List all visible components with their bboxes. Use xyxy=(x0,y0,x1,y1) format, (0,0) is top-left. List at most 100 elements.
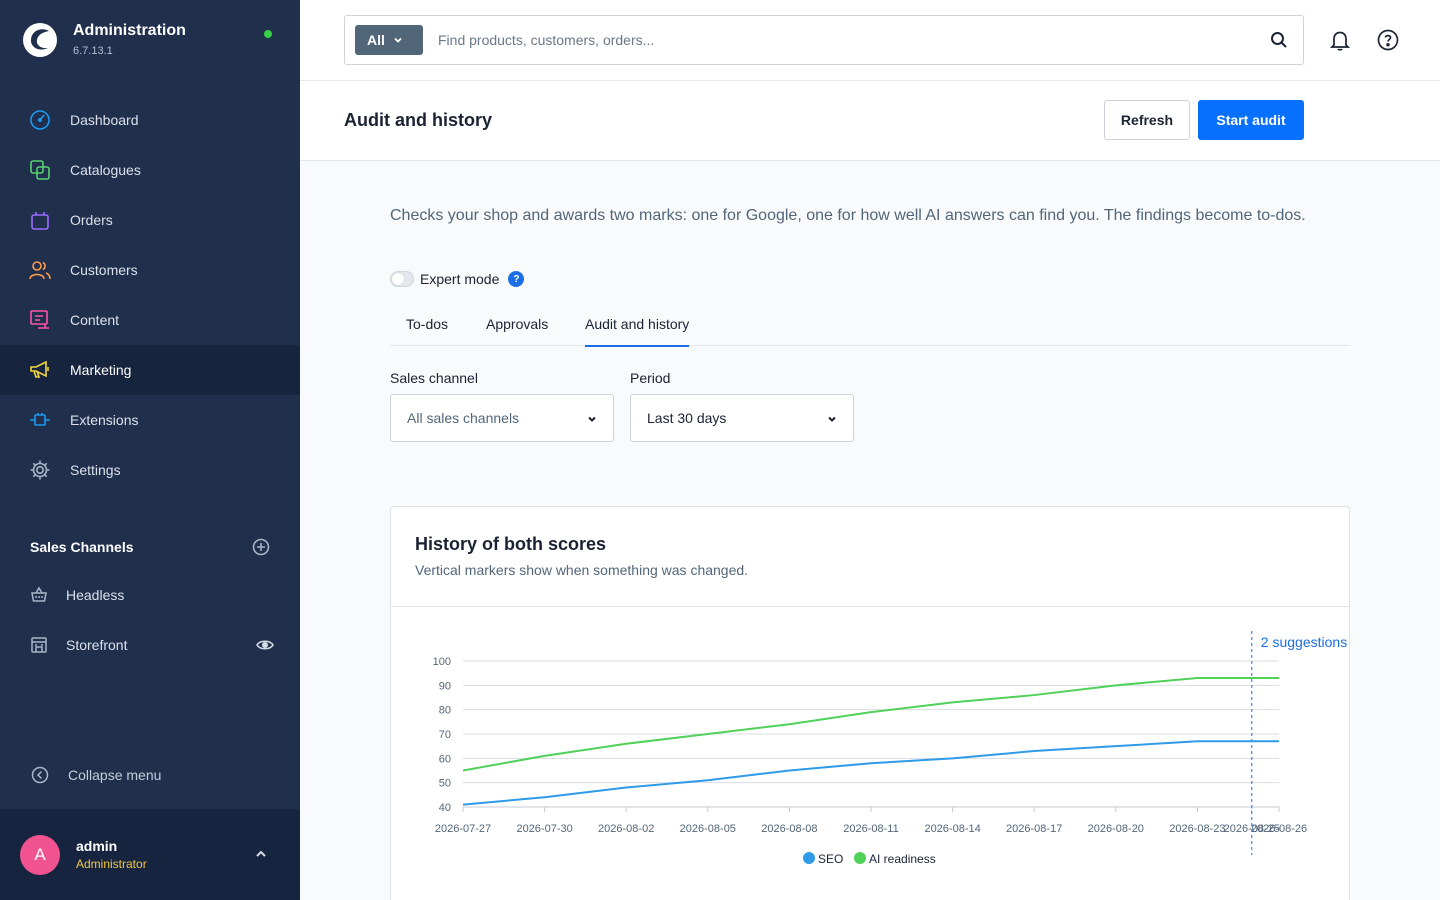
search-type-label: All xyxy=(367,32,385,48)
search-icon[interactable] xyxy=(1269,30,1289,50)
legend-label: SEO xyxy=(818,852,843,866)
x-tick-label: 2026-08-11 xyxy=(843,823,898,835)
legend-swatch xyxy=(854,852,866,864)
help-icon[interactable]: ? xyxy=(508,271,525,287)
shopware-logo-icon xyxy=(23,23,57,57)
tab-bar: To-dos Approvals Audit and history xyxy=(390,305,1350,347)
tab-audit-and-history[interactable]: Audit and history xyxy=(585,316,690,347)
sales-channel-label: Headless xyxy=(66,587,125,603)
y-tick-label: 70 xyxy=(439,729,451,741)
y-tick-label: 80 xyxy=(439,705,451,717)
nav-label: Settings xyxy=(70,462,121,478)
nav-item-customers[interactable]: Customers xyxy=(0,245,300,295)
megaphone-icon xyxy=(28,358,52,382)
nav-item-extensions[interactable]: Extensions xyxy=(0,395,300,445)
card-header: History of both scores Vertical markers … xyxy=(391,507,1349,607)
plug-icon xyxy=(28,408,52,432)
eye-icon[interactable] xyxy=(256,636,274,654)
chevron-left-circle-icon xyxy=(30,765,50,785)
nav-label: Customers xyxy=(70,262,138,278)
app-version: 6.7.13.1 xyxy=(73,45,113,57)
expert-mode-toggle[interactable] xyxy=(390,271,414,287)
nav-item-marketing[interactable]: Marketing xyxy=(0,345,300,395)
score-history-card: History of both scores Vertical markers … xyxy=(390,506,1350,900)
nav-item-dashboard[interactable]: Dashboard xyxy=(0,95,300,145)
search-input[interactable] xyxy=(438,28,1238,52)
card-title: History of both scores xyxy=(415,534,607,554)
y-tick-label: 100 xyxy=(433,656,451,668)
sales-channels-header: Sales Channels xyxy=(30,538,270,556)
tab-approvals[interactable]: Approvals xyxy=(486,316,548,345)
avatar: A xyxy=(20,834,60,875)
x-tick-label: 2026-08-14 xyxy=(924,823,980,835)
sidebar: Administration 6.7.13.1 Dashboard Catalo… xyxy=(0,0,300,900)
search-type-dropdown[interactable]: All xyxy=(355,25,423,55)
user-name: admin xyxy=(76,838,118,854)
nav-item-catalogues[interactable]: Catalogues xyxy=(0,145,300,195)
gear-icon xyxy=(28,458,52,482)
sales-channel-select[interactable]: All sales channels xyxy=(390,394,614,442)
sales-channel-storefront[interactable]: Storefront xyxy=(30,625,274,665)
nav-item-orders[interactable]: Orders xyxy=(0,195,300,245)
x-tick-label: 2026-08-08 xyxy=(761,823,817,835)
chevron-down-icon xyxy=(588,416,596,422)
brand[interactable]: Administration 6.7.13.1 xyxy=(22,22,186,58)
x-tick-label: 2026-08-26 xyxy=(1251,823,1307,835)
period-value: Last 30 days xyxy=(647,410,727,426)
chevron-down-icon xyxy=(394,37,402,43)
x-tick-label: 2026-08-02 xyxy=(598,823,654,835)
card-subtitle: Vertical markers show when something was… xyxy=(415,562,749,578)
nav-label: Extensions xyxy=(70,412,139,428)
tab-to-dos[interactable]: To-dos xyxy=(406,316,448,345)
sales-channels-heading: Sales Channels xyxy=(30,539,134,555)
status-indicator xyxy=(264,30,272,38)
page-header: Audit and history Refresh Start audit xyxy=(300,81,1440,161)
chart-svg: 40 50 60 70 80 90 100 2026-07-27 2026-07-30 2026-… xyxy=(433,631,1350,866)
x-tick-label: 2026-08-05 xyxy=(680,823,736,835)
series-line-ai-readiness xyxy=(462,677,1279,772)
basket-icon xyxy=(30,586,48,604)
collapse-menu-label: Collapse menu xyxy=(68,767,162,783)
legend-label: AI readiness xyxy=(869,852,936,866)
y-tick-label: 60 xyxy=(439,753,451,765)
y-tick-label: 50 xyxy=(439,778,451,790)
nav-label: Marketing xyxy=(70,362,132,378)
legend-swatch xyxy=(803,852,815,864)
nav-label: Orders xyxy=(70,212,113,228)
score-history-chart: 40 50 60 70 80 90 100 2026-07-27 2026-07-30 2026-… xyxy=(391,607,1350,900)
page-description: Checks your shop and awards two marks: o… xyxy=(390,207,1306,224)
sales-channel-headless[interactable]: Headless xyxy=(30,575,274,615)
app-title: Administration xyxy=(73,22,186,39)
refresh-button[interactable]: Refresh xyxy=(1104,100,1190,140)
storefront-icon xyxy=(30,636,48,654)
user-menu[interactable]: A admin Administrator xyxy=(0,809,300,900)
x-tick-label: 2026-07-30 xyxy=(516,823,572,835)
nav-label: Catalogues xyxy=(70,162,141,178)
expert-mode: Expert mode ? xyxy=(390,271,525,287)
y-tick-label: 40 xyxy=(439,802,451,814)
top-bar: All xyxy=(300,0,1440,81)
x-tick-label: 2026-08-17 xyxy=(1006,823,1062,835)
nav-label: Content xyxy=(70,312,120,328)
start-audit-button[interactable]: Start audit xyxy=(1198,100,1304,140)
sales-channel-label: Sales channel xyxy=(390,370,478,386)
main-nav: Dashboard Catalogues Orders Customers Co… xyxy=(0,95,300,495)
collapse-menu-button[interactable]: Collapse menu xyxy=(30,765,161,785)
users-icon xyxy=(28,258,52,282)
period-select[interactable]: Last 30 days xyxy=(630,394,854,442)
bell-icon[interactable] xyxy=(1328,28,1352,52)
chevron-up-icon xyxy=(256,850,266,857)
content-icon xyxy=(28,308,52,332)
expert-mode-label: Expert mode xyxy=(420,271,500,287)
nav-item-content[interactable]: Content xyxy=(0,295,300,345)
add-circle-icon[interactable] xyxy=(252,538,270,556)
sales-channel-value: All sales channels xyxy=(407,410,520,426)
x-tick-label: 2026-08-20 xyxy=(1088,823,1144,835)
sales-channel-label: Storefront xyxy=(66,637,128,653)
help-icon[interactable] xyxy=(1376,28,1400,52)
nav-item-settings[interactable]: Settings xyxy=(0,445,300,495)
change-marker-label: 2 suggestions ap xyxy=(1261,634,1350,650)
x-tick-label: 2026-07-27 xyxy=(435,823,491,835)
page-title: Audit and history xyxy=(344,110,492,130)
global-search: All xyxy=(344,15,1304,65)
